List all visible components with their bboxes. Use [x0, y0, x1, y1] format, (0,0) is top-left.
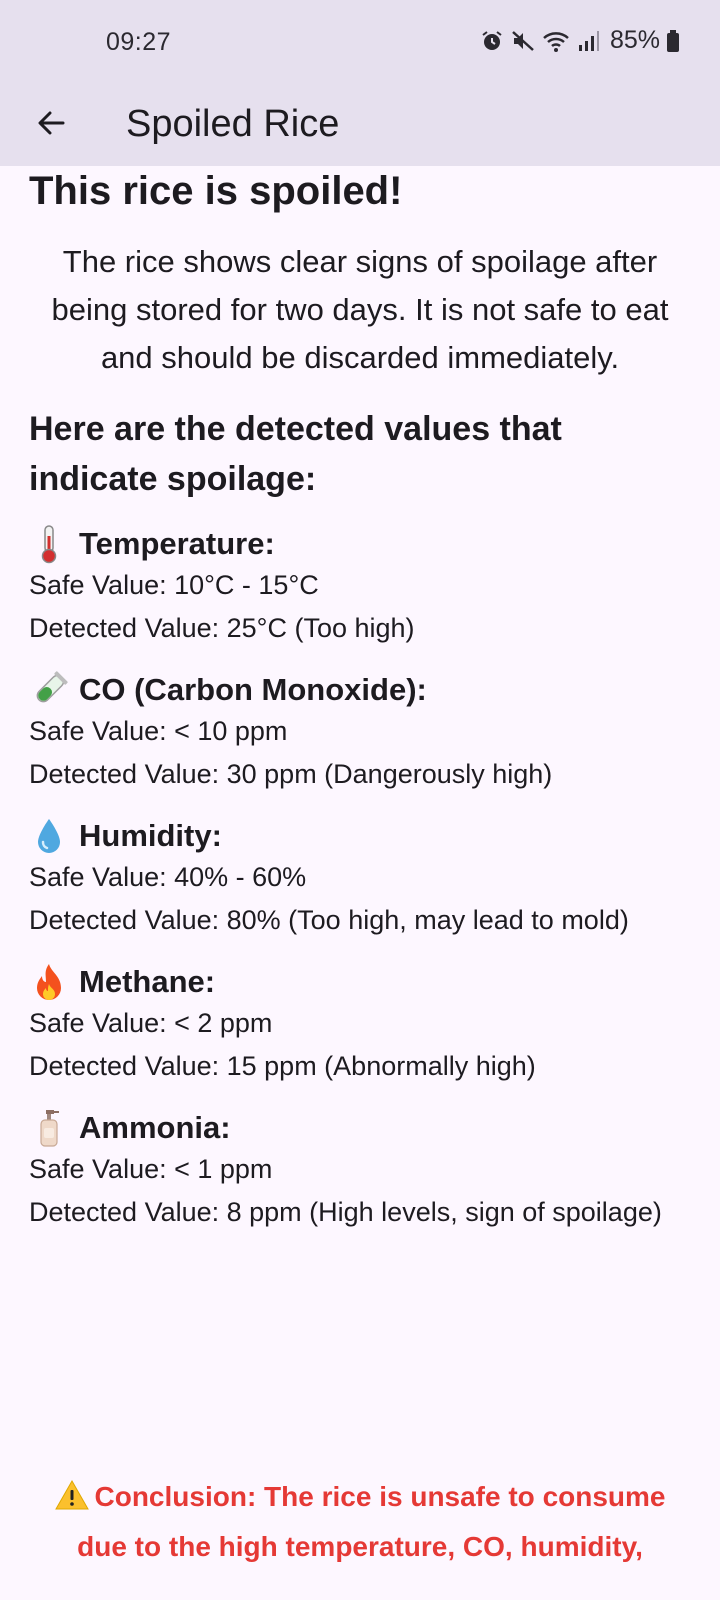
content-area: This rice is spoiled! The rice shows cle…: [29, 166, 691, 1234]
test-tube-icon: [29, 670, 69, 710]
signal-icon: [578, 29, 600, 53]
alarm-icon: [480, 29, 504, 53]
conclusion-text: Conclusion: The rice is unsafe to consum…: [28, 1474, 692, 1570]
detected-value: Detected Value: 30 ppm (Dangerously high…: [29, 759, 553, 789]
arrow-left-icon: [35, 107, 67, 144]
conclusion-label: Conclusion: The rice is unsafe to consum…: [77, 1481, 666, 1562]
back-button[interactable]: [26, 100, 76, 150]
page-title: Spoiled Rice: [126, 103, 340, 145]
status-time: 09:27: [106, 28, 172, 56]
status-bar: 09:27 85%: [0, 0, 720, 86]
metric-title: Temperature:: [79, 526, 275, 561]
metric-co: CO (Carbon Monoxide): Safe Value: < 10 p…: [29, 670, 691, 796]
safe-value: Safe Value: < 2 ppm: [29, 1008, 273, 1038]
fire-icon: [29, 962, 69, 1002]
description: The rice shows clear signs of spoilage a…: [51, 244, 669, 375]
detected-value: Detected Value: 15 ppm (Abnormally high): [29, 1051, 536, 1081]
mute-icon: [510, 29, 536, 53]
detected-value: Detected Value: 25°C (Too high): [29, 613, 415, 643]
metric-ammonia: Ammonia: Safe Value: < 1 ppm Detected Va…: [29, 1108, 691, 1234]
metric-humidity: Humidity: Safe Value: 40% - 60% Detected…: [29, 816, 691, 942]
safe-value: Safe Value: 40% - 60%: [29, 862, 307, 892]
metric-title: Humidity:: [79, 818, 222, 853]
section-heading: Here are the detected values that indica…: [29, 410, 562, 498]
metric-methane: Methane: Safe Value: < 2 ppm Detected Va…: [29, 962, 691, 1088]
headline: This rice is spoiled!: [29, 169, 403, 213]
warning-icon: [54, 1478, 89, 1524]
battery-percent: 85%: [609, 26, 660, 54]
safe-value: Safe Value: < 1 ppm: [29, 1154, 273, 1184]
metric-title: Ammonia:: [79, 1110, 231, 1145]
app-bar: Spoiled Rice: [0, 86, 720, 166]
wifi-icon: [542, 29, 572, 53]
thermometer-icon: [29, 524, 69, 564]
status-icons: 85%: [480, 26, 680, 55]
detected-value: Detected Value: 80% (Too high, may lead …: [29, 905, 629, 935]
battery-icon: [666, 29, 680, 53]
droplet-icon: [29, 816, 69, 856]
safe-value: Safe Value: 10°C - 15°C: [29, 570, 319, 600]
detected-value: Detected Value: 8 ppm (High levels, sign…: [29, 1197, 662, 1227]
lotion-bottle-icon: [29, 1108, 69, 1148]
metric-title: CO (Carbon Monoxide):: [79, 672, 427, 707]
safe-value: Safe Value: < 10 ppm: [29, 716, 288, 746]
metric-temperature: Temperature: Safe Value: 10°C - 15°C Det…: [29, 524, 691, 650]
metric-title: Methane:: [79, 964, 216, 999]
